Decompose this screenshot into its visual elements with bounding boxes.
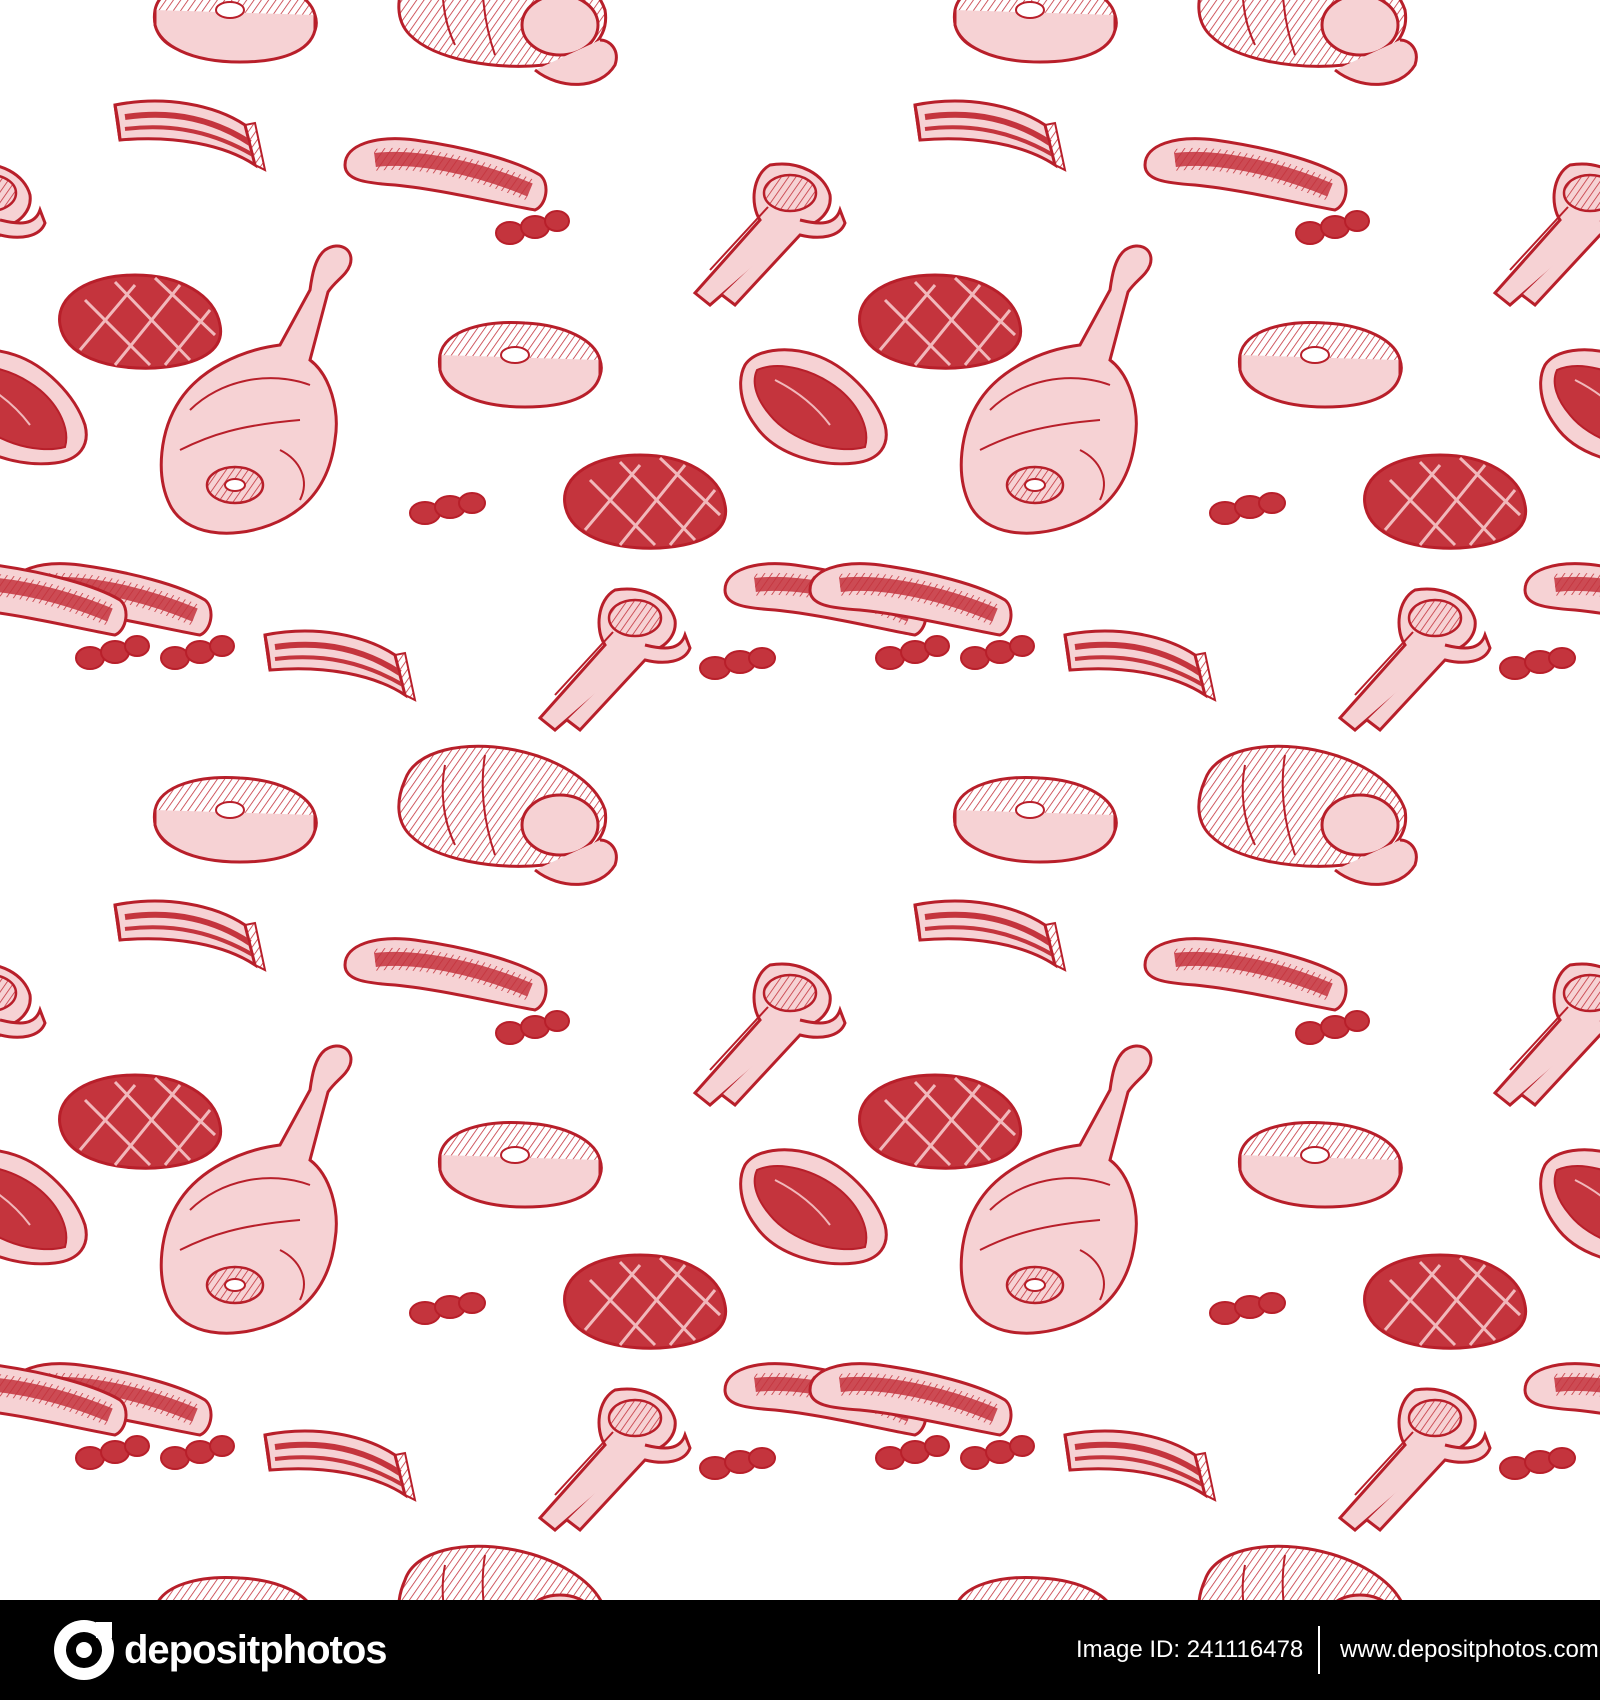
depositphotos-logo-icon bbox=[54, 1620, 114, 1680]
footer-divider bbox=[1318, 1626, 1320, 1674]
watermark-footer: depositphotos Image ID: 241116478 www.de… bbox=[0, 1600, 1600, 1700]
site-url-link[interactable]: www.depositphotos.com bbox=[1340, 1636, 1599, 1664]
logo-text: depositphotos bbox=[124, 1627, 388, 1672]
depositphotos-logo[interactable]: depositphotos bbox=[52, 1618, 388, 1682]
meat-pattern-background bbox=[0, 0, 1600, 1600]
image-id-label: Image ID: 241116478 bbox=[1076, 1636, 1304, 1663]
meat-sketch-pattern bbox=[0, 0, 1600, 1600]
